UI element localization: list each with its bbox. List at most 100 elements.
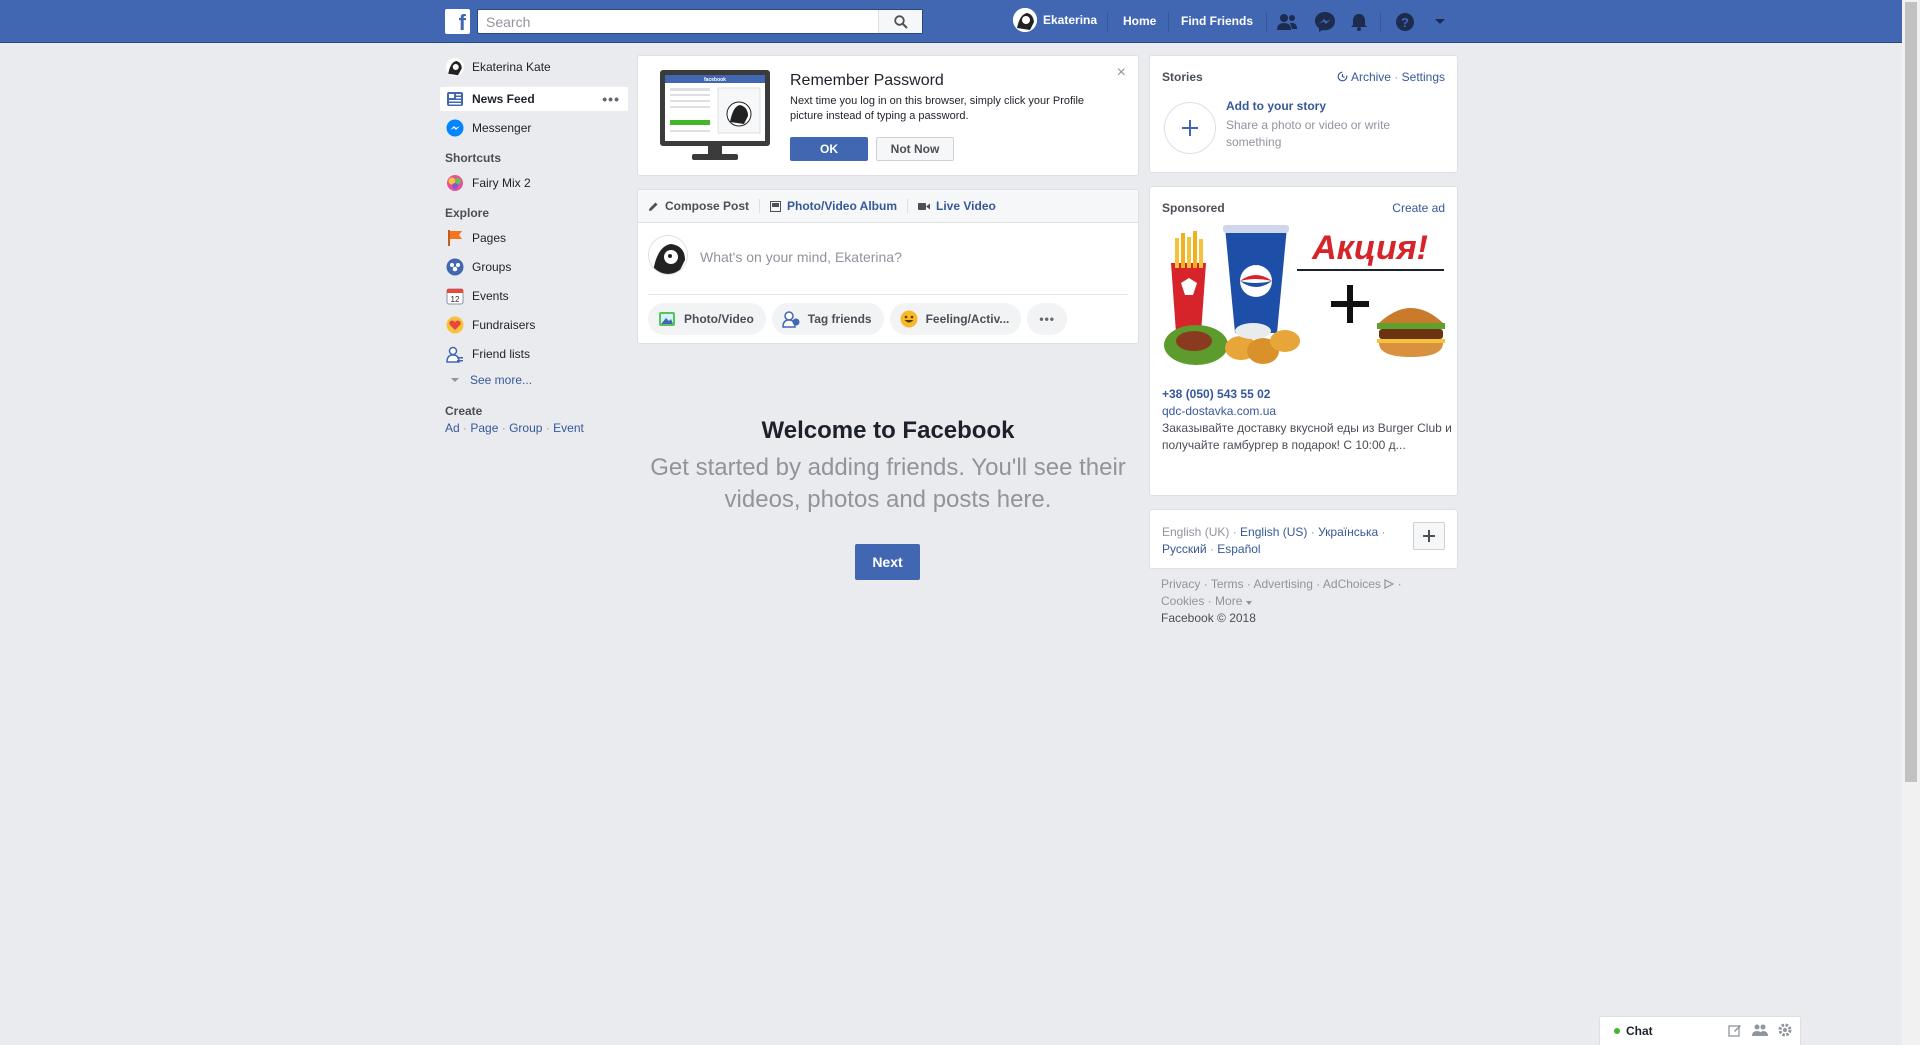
composer-body[interactable]: What's on your mind, Ekaterina? bbox=[648, 223, 1128, 295]
tab-photo-video-album[interactable]: Photo/Video Album bbox=[770, 199, 909, 213]
top-bar: f Ekaterina Home Find Friends ? bbox=[0, 0, 1902, 43]
advertising-link[interactable]: Advertising bbox=[1254, 577, 1313, 591]
more-actions-button[interactable]: ••• bbox=[1027, 303, 1067, 335]
cookies-link[interactable]: Cookies bbox=[1161, 594, 1204, 608]
messenger-icon[interactable] bbox=[1313, 10, 1337, 34]
sidebar-item-label: Fairy Mix 2 bbox=[472, 176, 531, 190]
help-icon[interactable]: ? bbox=[1393, 10, 1417, 34]
friend-requests-icon[interactable] bbox=[1275, 10, 1299, 34]
more-languages-button[interactable] bbox=[1413, 522, 1445, 550]
divider bbox=[1168, 12, 1169, 32]
online-status-icon bbox=[1614, 1028, 1620, 1034]
facebook-logo[interactable]: f bbox=[445, 9, 470, 34]
welcome-title: Welcome to Facebook bbox=[761, 417, 1015, 444]
ok-button[interactable]: OK bbox=[790, 137, 868, 161]
tab-compose-post[interactable]: Compose Post bbox=[648, 199, 761, 213]
separator: · bbox=[463, 421, 468, 435]
privacy-link[interactable]: Privacy bbox=[1161, 577, 1200, 591]
group-chat-icon[interactable] bbox=[1752, 1023, 1768, 1037]
create-event-link[interactable]: Event bbox=[553, 421, 584, 435]
sidebar-item-fairy-mix[interactable]: Fairy Mix 2 bbox=[440, 171, 628, 195]
sidebar-item-friend-lists[interactable]: Friend lists bbox=[440, 342, 628, 366]
search-button[interactable] bbox=[878, 10, 922, 33]
language-link[interactable]: English (US) bbox=[1240, 525, 1307, 539]
remember-title: Remember Password bbox=[790, 72, 944, 89]
chat-icons bbox=[1728, 1023, 1792, 1037]
heart-icon bbox=[445, 315, 465, 335]
separator: · bbox=[1203, 577, 1208, 591]
sidebar-item-news-feed[interactable]: News Feed ••• bbox=[440, 87, 628, 111]
language-link[interactable]: Русский bbox=[1162, 542, 1207, 556]
chevron-down-icon bbox=[451, 378, 459, 382]
close-icon[interactable]: × bbox=[1117, 64, 1126, 82]
sidebar-item-label: Events bbox=[472, 289, 509, 303]
adchoices-link[interactable]: AdChoices bbox=[1323, 577, 1395, 591]
settings-link[interactable]: Settings bbox=[1402, 70, 1445, 84]
separator: · bbox=[1394, 70, 1399, 84]
ad-domain[interactable]: qdc-dostavka.com.ua bbox=[1162, 404, 1276, 418]
photo-video-button[interactable]: Photo/Video bbox=[648, 303, 766, 335]
copyright: Facebook © 2018 bbox=[1161, 611, 1256, 625]
tab-live-video[interactable]: Live Video bbox=[918, 199, 1006, 213]
language-link[interactable]: Español bbox=[1217, 542, 1260, 556]
divider bbox=[1107, 12, 1108, 32]
nav-profile-link[interactable]: Ekaterina bbox=[1013, 8, 1097, 32]
create-heading: Create bbox=[445, 404, 483, 418]
sidebar-item-pages[interactable]: Pages bbox=[440, 226, 628, 250]
terms-link[interactable]: Terms bbox=[1211, 577, 1244, 591]
sidebar-item-groups[interactable]: Groups bbox=[440, 255, 628, 279]
page-scrollbar[interactable] bbox=[1902, 0, 1920, 1045]
account-menu-chevron-icon[interactable] bbox=[1428, 10, 1452, 34]
create-group-link[interactable]: Group bbox=[509, 421, 542, 435]
more-options-icon[interactable]: ••• bbox=[602, 91, 620, 107]
notifications-icon[interactable] bbox=[1347, 10, 1371, 34]
scrollbar-thumb[interactable] bbox=[1905, 2, 1917, 782]
avatar bbox=[445, 57, 465, 77]
remember-description: Next time you log in on this browser, si… bbox=[790, 95, 1085, 122]
separator: · bbox=[1209, 542, 1214, 556]
separator: · bbox=[501, 421, 506, 435]
more-link[interactable]: More bbox=[1215, 594, 1242, 608]
sidebar-item-label: Messenger bbox=[472, 121, 532, 135]
sidebar-item-label: News Feed bbox=[472, 92, 535, 106]
smiley-icon bbox=[900, 310, 918, 328]
next-button[interactable]: Next bbox=[855, 544, 920, 580]
see-more-link[interactable]: See more... bbox=[440, 368, 628, 392]
add-story-link[interactable]: Add to your story bbox=[1226, 99, 1326, 113]
create-page-link[interactable]: Page bbox=[470, 421, 498, 435]
find-friends-link[interactable]: Find Friends bbox=[1181, 14, 1253, 28]
ad-headline: Акция! bbox=[1311, 229, 1428, 267]
create-ad-link[interactable]: Create ad bbox=[1392, 201, 1445, 215]
language-list: English (UK) · English (US) · Українська… bbox=[1162, 524, 1412, 558]
sidebar-item-events[interactable]: 12 Events bbox=[440, 284, 628, 308]
composer-placeholder: What's on your mind, Ekaterina? bbox=[700, 249, 902, 265]
tab-label: Live Video bbox=[936, 199, 996, 213]
ad-text: Заказывайте доставку вкусной еды из Burg… bbox=[1162, 421, 1452, 452]
tag-friends-button[interactable]: Tag friends bbox=[771, 303, 884, 335]
add-story-button[interactable] bbox=[1164, 102, 1216, 154]
sponsored-heading: Sponsored bbox=[1162, 201, 1225, 215]
flag-icon bbox=[445, 228, 465, 248]
chat-bar[interactable]: Chat bbox=[1599, 1016, 1801, 1045]
not-now-button[interactable]: Not Now bbox=[876, 137, 954, 161]
ad-image[interactable]: Акция! bbox=[1161, 223, 1446, 373]
feeling-activity-button[interactable]: Feeling/Activ... bbox=[889, 303, 1022, 335]
action-label: Feeling/Activ... bbox=[925, 312, 1010, 326]
explore-heading: Explore bbox=[445, 206, 490, 220]
new-message-icon[interactable] bbox=[1728, 1023, 1742, 1037]
language-link[interactable]: Українська bbox=[1318, 525, 1378, 539]
sidebar-item-label: Friend lists bbox=[472, 347, 531, 361]
archive-link[interactable]: Archive bbox=[1351, 70, 1391, 84]
action-label: Tag friends bbox=[807, 312, 872, 326]
search-input[interactable] bbox=[478, 10, 878, 33]
sidebar-item-profile[interactable]: Ekaterina Kate bbox=[440, 55, 628, 79]
create-ad-link[interactable]: Ad bbox=[445, 421, 460, 435]
footer-links: Privacy · Terms · Advertising · AdChoice… bbox=[1161, 576, 1451, 627]
home-link[interactable]: Home bbox=[1123, 14, 1156, 28]
sidebar-item-messenger[interactable]: Messenger bbox=[440, 116, 628, 140]
current-language: English (UK) bbox=[1162, 525, 1230, 539]
gear-icon[interactable] bbox=[1778, 1023, 1792, 1037]
ad-phone[interactable]: +38 (050) 543 55 02 bbox=[1162, 387, 1270, 401]
messenger-icon bbox=[445, 118, 465, 138]
sidebar-item-fundraisers[interactable]: Fundraisers bbox=[440, 313, 628, 337]
